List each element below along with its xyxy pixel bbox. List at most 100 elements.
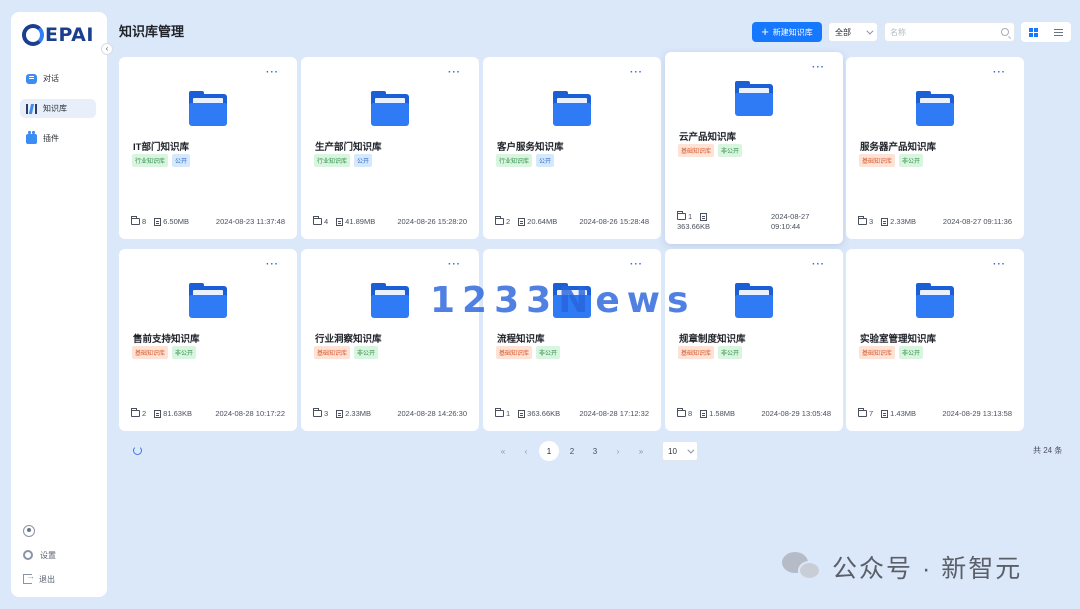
document-size-icon — [700, 212, 708, 221]
folder-count: 4 — [324, 217, 329, 226]
tag-badge: 非公开 — [718, 346, 743, 359]
tag-badge: 行业知识库 — [314, 154, 351, 167]
user-avatar-icon — [23, 525, 35, 537]
logout-button[interactable]: 退出 — [20, 571, 96, 585]
sidebar-nav: 对话 知识库 插件 — [20, 69, 96, 159]
list-view-button[interactable] — [1046, 22, 1071, 42]
knowledge-base-card[interactable]: ··· IT部门知识库 行业知识库 公开 8 6.50MB 2024-08-23 … — [119, 57, 297, 239]
brand-logo[interactable]: EPAI — [22, 19, 94, 51]
tag-badge: 非公开 — [172, 346, 197, 359]
more-options-icon[interactable]: ··· — [448, 68, 461, 78]
tag-badge: 基础知识库 — [678, 346, 715, 359]
card-tags: 行业知识库 公开 — [314, 154, 373, 167]
tag-badge: 公开 — [536, 154, 555, 167]
more-options-icon[interactable]: ··· — [266, 68, 279, 78]
sidebar-item-label: 插件 — [43, 134, 59, 143]
card-footer: 3 2.33MB 2024-08-28 14:26:30 — [313, 408, 467, 418]
tag-badge: 基础知识库 — [496, 346, 533, 359]
page-size-select[interactable]: 10 — [662, 441, 698, 461]
more-options-icon[interactable]: ··· — [993, 68, 1006, 78]
folder-icon — [189, 283, 227, 318]
knowledge-base-card[interactable]: ··· 行业洞察知识库 基础知识库 非公开 3 2.33MB 2024-08-28… — [301, 249, 479, 431]
document-size-icon — [336, 217, 344, 226]
search-input[interactable] — [890, 27, 990, 37]
user-avatar-button[interactable] — [20, 525, 96, 537]
card-footer: 1 363.66KB 2024-08-27 09:10:44 — [677, 211, 831, 233]
next-page-button[interactable]: › — [608, 441, 628, 461]
document-size-icon — [700, 409, 708, 418]
knowledge-base-card[interactable]: ··· 售前支持知识库 基础知识库 非公开 2 81.63KB 2024-08-2… — [119, 249, 297, 431]
search-icon[interactable] — [1001, 28, 1009, 36]
more-options-icon[interactable]: ··· — [812, 63, 825, 73]
folder-count: 8 — [142, 217, 147, 226]
updated-date: 2024-08-28 17:12:32 — [579, 409, 649, 418]
card-tags: 基础知识库 非公开 — [859, 154, 924, 167]
sidebar-item-knowledge-base[interactable]: 知识库 — [20, 99, 96, 118]
card-footer: 8 1.58MB 2024-08-29 13:05:48 — [677, 408, 831, 418]
page-button-1[interactable]: 1 — [539, 441, 559, 461]
gear-icon — [23, 550, 33, 560]
card-footer: 4 41.89MB 2024-08-26 15:28:20 — [313, 216, 467, 226]
page-size-value: 10 — [668, 446, 677, 456]
knowledge-base-card[interactable]: ··· 服务器产品知识库 基础知识库 非公开 3 2.33MB 2024-08-2… — [846, 57, 1024, 239]
settings-label: 设置 — [40, 550, 56, 560]
card-tags: 基础知识库 非公开 — [678, 346, 743, 359]
more-options-icon[interactable]: ··· — [630, 68, 643, 78]
more-options-icon[interactable]: ··· — [266, 260, 279, 270]
folder-count-icon — [313, 408, 322, 417]
settings-button[interactable]: 设置 — [20, 549, 96, 561]
knowledge-base-card[interactable]: ··· 规章制度知识库 基础知识库 非公开 8 1.58MB 2024-08-29… — [665, 249, 843, 431]
new-button-label: 新建知识库 — [772, 27, 813, 37]
page-button-3[interactable]: 3 — [585, 441, 605, 461]
tag-badge: 基础知识库 — [314, 346, 351, 359]
refresh-icon[interactable] — [133, 446, 142, 455]
tag-badge: 非公开 — [536, 346, 561, 359]
folder-count-icon — [858, 408, 867, 417]
knowledge-base-card[interactable]: ··· 客户服务知识库 行业知识库 公开 2 20.64MB 2024-08-26… — [483, 57, 661, 239]
card-title: 规章制度知识库 — [679, 334, 746, 345]
document-size: 2.33MB — [345, 409, 372, 418]
chat-icon — [26, 73, 37, 84]
updated-date: 2024-08-26 15:28:20 — [397, 217, 467, 226]
grid-view-button[interactable] — [1021, 22, 1046, 42]
more-options-icon[interactable]: ··· — [993, 260, 1006, 270]
card-title: 售前支持知识库 — [133, 334, 200, 345]
page-button-2[interactable]: 2 — [562, 441, 582, 461]
chevron-down-icon — [866, 27, 874, 35]
knowledge-base-card[interactable]: ··· 流程知识库 基础知识库 非公开 1 363.66KB 2024-08-28… — [483, 249, 661, 431]
card-footer: 2 20.64MB 2024-08-26 15:28:48 — [495, 216, 649, 226]
last-page-button[interactable]: » — [631, 441, 651, 461]
card-tags: 基础知识库 非公开 — [678, 144, 743, 157]
sidebar-item-chat[interactable]: 对话 — [20, 69, 96, 88]
view-toggle — [1021, 22, 1071, 42]
document-size: 2.33MB — [890, 217, 917, 226]
folder-icon — [371, 91, 409, 126]
more-options-icon[interactable]: ··· — [630, 260, 643, 270]
folder-icon — [735, 81, 773, 116]
knowledge-base-card[interactable]: ··· 生产部门知识库 行业知识库 公开 4 41.89MB 2024-08-26… — [301, 57, 479, 239]
card-title: 生产部门知识库 — [315, 142, 382, 153]
updated-date-day: 2024-08-27 — [771, 212, 810, 221]
first-page-button[interactable]: « — [493, 441, 513, 461]
knowledge-base-card[interactable]: ··· 云产品知识库 基础知识库 非公开 1 363.66KB 2024-08-2… — [665, 52, 843, 244]
card-tags: 基础知识库 非公开 — [132, 346, 197, 359]
new-knowledge-base-button[interactable]: + 新建知识库 — [752, 22, 822, 42]
prev-page-button[interactable]: ‹ — [516, 441, 536, 461]
knowledge-base-card[interactable]: ··· 实验室管理知识库 基础知识库 非公开 7 1.43MB 2024-08-2… — [846, 249, 1024, 431]
sidebar-item-plugin[interactable]: 插件 — [20, 129, 96, 148]
card-footer: 2 81.63KB 2024-08-28 10:17:22 — [131, 408, 285, 418]
tag-badge: 基础知识库 — [132, 346, 169, 359]
filter-select[interactable]: 全部 — [828, 22, 878, 42]
more-options-icon[interactable]: ··· — [448, 260, 461, 270]
card-footer: 1 363.66KB 2024-08-28 17:12:32 — [495, 408, 649, 418]
sidebar: EPAI 对话 知识库 插件 设置 退出 — [11, 12, 107, 597]
folder-count: 2 — [142, 409, 147, 418]
search-box — [884, 22, 1015, 42]
folder-count-icon — [677, 211, 686, 220]
sidebar-collapse-button[interactable]: ‹ — [101, 43, 113, 55]
document-size-icon — [336, 409, 344, 418]
more-options-icon[interactable]: ··· — [812, 260, 825, 270]
document-size-icon — [881, 217, 889, 226]
folder-count: 1 — [506, 409, 511, 418]
updated-date: 2024-08-28 14:26:30 — [397, 409, 467, 418]
